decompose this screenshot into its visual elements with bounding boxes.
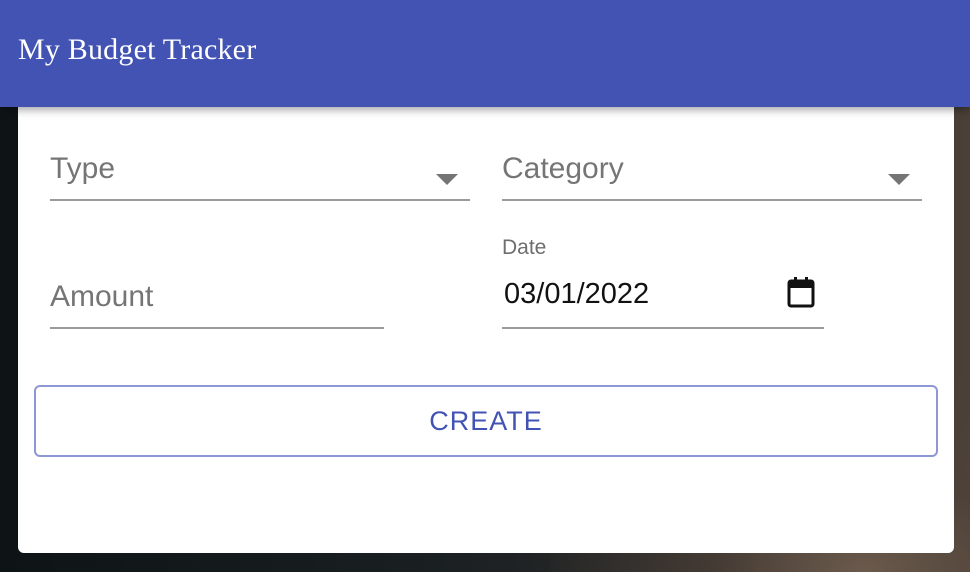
app-title: My Budget Tracker [18,33,257,66]
category-select[interactable]: Category [502,150,922,201]
category-dropdown-caret-icon [888,174,910,185]
date-value: 03/01/2022 [504,278,650,310]
calendar-icon[interactable] [786,276,816,308]
type-dropdown-caret-icon [436,174,458,185]
amount-field[interactable]: Amount [50,270,384,329]
transaction-form-card: Type Category Amount Date 03/01/2022 CRE… [18,90,954,553]
date-field[interactable]: Date 03/01/2022 [502,232,824,329]
amount-placeholder: Amount [50,280,154,313]
app-bar: My Budget Tracker [0,0,970,107]
date-label: Date [502,236,547,259]
category-placeholder: Category [502,152,624,185]
create-button[interactable]: CREATE [34,385,938,457]
type-placeholder: Type [50,152,116,185]
type-select[interactable]: Type [50,150,470,201]
